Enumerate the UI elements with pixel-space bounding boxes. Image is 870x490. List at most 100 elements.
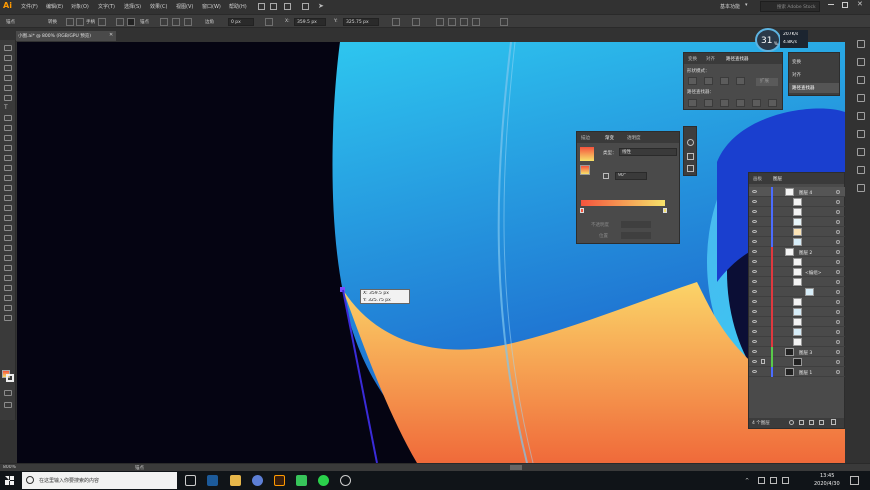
rectangle-tool-icon[interactable] — [4, 125, 12, 131]
list-item[interactable] — [749, 327, 845, 337]
swatches-icon[interactable] — [687, 153, 694, 160]
close-tab-icon[interactable]: ✕ — [109, 32, 113, 38]
horizontal-scrollbar[interactable] — [510, 465, 522, 470]
stock-search-input[interactable]: 搜索 Adobe Stock — [760, 1, 820, 12]
eye-icon[interactable] — [752, 330, 757, 333]
minus-back-icon[interactable] — [768, 99, 777, 107]
list-item[interactable] — [749, 207, 845, 217]
export-icon[interactable] — [857, 148, 865, 156]
list-item[interactable] — [749, 307, 845, 317]
gradient-tool-icon[interactable] — [4, 235, 12, 241]
trim-icon[interactable] — [704, 99, 713, 107]
distribute-icon[interactable] — [460, 18, 468, 26]
list-item[interactable] — [749, 287, 845, 297]
list-item[interactable] — [749, 237, 845, 247]
eye-icon[interactable] — [752, 290, 757, 293]
rotate-tool-icon[interactable] — [4, 165, 12, 171]
align-left-icon[interactable] — [265, 18, 273, 26]
target-icon[interactable] — [836, 200, 840, 204]
wechat-icon[interactable] — [318, 475, 329, 486]
target-icon[interactable] — [836, 320, 840, 324]
flyout-align[interactable]: 对齐 — [792, 72, 801, 78]
eraser-tool-icon[interactable] — [4, 155, 12, 161]
remove-anchor-icon[interactable] — [116, 18, 124, 26]
anchor-selected-icon[interactable] — [127, 18, 135, 26]
convert-corner-icon[interactable] — [66, 18, 74, 26]
align-artboard-icon[interactable] — [412, 18, 420, 26]
flyout-transform[interactable]: 变换 — [792, 59, 801, 65]
eye-icon[interactable] — [752, 260, 757, 263]
workspace-switcher[interactable]: 基本功能 — [720, 3, 740, 10]
eyedropper-tool-icon[interactable] — [4, 245, 12, 251]
free-transform-tool-icon[interactable] — [4, 195, 12, 201]
tab-stroke[interactable]: 描边 — [581, 135, 590, 141]
selection-tool-icon[interactable] — [4, 45, 12, 51]
group-label[interactable]: <编组> — [805, 270, 822, 276]
eye-icon[interactable] — [752, 230, 757, 233]
locate-object-icon[interactable] — [789, 420, 794, 425]
drawing-mode-icon[interactable] — [4, 390, 12, 396]
menu-object[interactable]: 对象(O) — [71, 3, 89, 10]
menu-window[interactable]: 窗口(W) — [202, 3, 221, 10]
target-icon[interactable] — [836, 340, 840, 344]
media-player-icon[interactable] — [296, 475, 307, 486]
unite-icon[interactable] — [688, 77, 697, 85]
angle-input[interactable]: 90° — [615, 172, 647, 180]
photoshop-icon[interactable] — [207, 475, 218, 486]
list-item[interactable] — [749, 217, 845, 227]
color-guide-icon[interactable] — [687, 165, 694, 172]
exclude-icon[interactable] — [736, 77, 745, 85]
eye-icon[interactable] — [752, 300, 757, 303]
symbols-icon[interactable] — [857, 130, 865, 138]
layer-row[interactable]: 图层 1 — [749, 367, 845, 377]
tab-align[interactable]: 对齐 — [706, 56, 715, 62]
symbol-sprayer-tool-icon[interactable] — [4, 265, 12, 271]
list-item[interactable] — [749, 227, 845, 237]
taskbar-date[interactable]: 2020/4/30 — [814, 481, 840, 487]
browser-icon[interactable] — [252, 475, 263, 486]
target-icon[interactable] — [836, 190, 840, 194]
eye-icon[interactable] — [752, 190, 757, 193]
target-icon[interactable] — [836, 370, 840, 374]
tab-transform[interactable]: 变换 — [688, 56, 697, 62]
illustrator-task-icon[interactable] — [274, 475, 285, 486]
gradient-stop-end[interactable] — [663, 208, 667, 213]
tab-layers[interactable]: 图层 — [773, 176, 782, 182]
menu-file[interactable]: 文件(F) — [21, 3, 38, 10]
target-icon[interactable] — [836, 260, 840, 264]
hand-tool-icon[interactable] — [4, 305, 12, 311]
lock-icon[interactable] — [761, 359, 765, 364]
list-item[interactable]: <编组> — [749, 267, 845, 277]
lasso-tool-icon[interactable] — [4, 75, 12, 81]
menu-type[interactable]: 文字(T) — [98, 3, 115, 10]
bridge-icon[interactable] — [258, 3, 265, 10]
eye-icon[interactable] — [752, 200, 757, 203]
convert-smooth-icon[interactable] — [76, 18, 84, 26]
location-input[interactable] — [621, 232, 651, 239]
list-item[interactable] — [749, 297, 845, 307]
flyout-pathfinder[interactable]: 路径查找器 — [789, 83, 839, 93]
target-icon[interactable] — [836, 240, 840, 244]
opacity-input[interactable] — [621, 221, 651, 228]
menu-help[interactable]: 帮助(H) — [229, 3, 247, 10]
list-item[interactable] — [749, 197, 845, 207]
layer-name[interactable]: 图层 3 — [799, 350, 812, 356]
scale-tool-icon[interactable] — [4, 175, 12, 181]
target-icon[interactable] — [836, 330, 840, 334]
expand-button[interactable]: 扩展 — [756, 78, 778, 86]
align-horizontal-icon[interactable] — [436, 18, 444, 26]
app-icon[interactable] — [340, 475, 351, 486]
network-icon[interactable] — [758, 477, 765, 484]
volume-icon[interactable] — [770, 477, 777, 484]
color-panel-icon[interactable] — [857, 76, 865, 84]
connect-icon[interactable] — [160, 18, 168, 26]
appearance-icon[interactable] — [857, 94, 865, 102]
eye-icon[interactable] — [752, 340, 757, 343]
outline-icon[interactable] — [752, 99, 761, 107]
magic-wand-tool-icon[interactable] — [4, 65, 12, 71]
hide-handles-icon[interactable] — [98, 18, 106, 26]
target-icon[interactable] — [836, 250, 840, 254]
crop-icon[interactable] — [736, 99, 745, 107]
menu-view[interactable]: 视图(V) — [176, 3, 193, 10]
target-icon[interactable] — [836, 230, 840, 234]
